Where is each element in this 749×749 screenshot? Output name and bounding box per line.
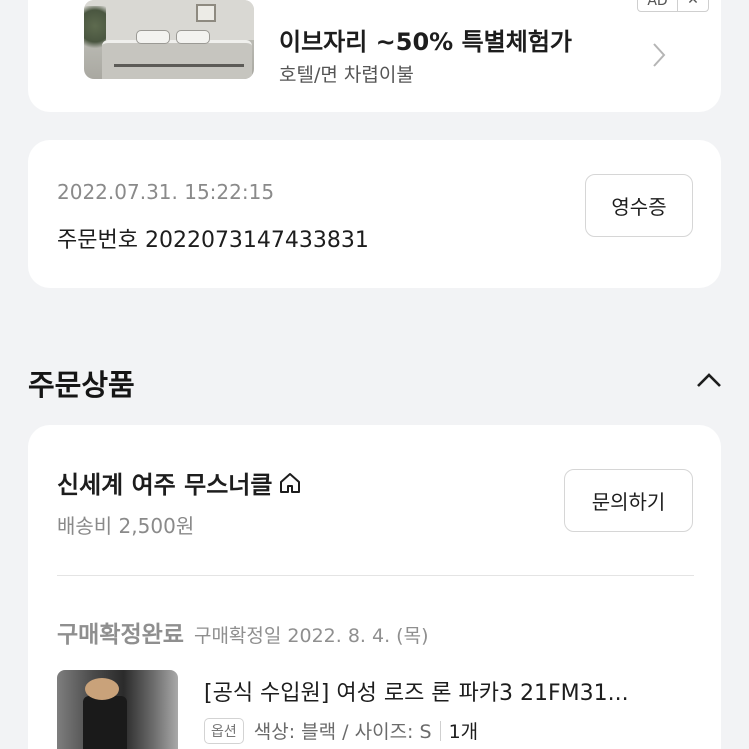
order-product-card: 신세계 여주 무스너클 배송비 2,500원 문의하기 구매확정완료 구매확정일…	[28, 425, 721, 749]
confirm-date: 구매확정일 2022. 8. 4. (목)	[193, 625, 429, 647]
divider	[57, 575, 694, 576]
ad-banner[interactable]: 이브자리 ~50% 특별체험가 호텔/면 차렵이불 AD ✕	[28, 0, 721, 112]
order-status: 구매확정완료	[57, 622, 184, 648]
shipping-fee: 배송비 2,500원	[57, 514, 195, 538]
store-name[interactable]: 신세계 여주 무스너클	[57, 465, 272, 500]
ad-label: AD	[638, 0, 678, 11]
product-image[interactable]	[57, 670, 178, 749]
chevron-up-icon[interactable]	[694, 370, 724, 390]
ad-title: 이브자리 ~50% 특별체험가	[279, 28, 572, 56]
chevron-right-icon	[653, 43, 666, 67]
home-icon	[280, 472, 301, 493]
ad-image	[84, 0, 254, 79]
status-row: 구매확정완료 구매확정일 2022. 8. 4. (목)	[57, 615, 428, 649]
option-text: 색상: 블랙 / 사이즈: S	[253, 721, 432, 743]
separator	[439, 720, 441, 741]
ad-badge: AD ✕	[637, 0, 709, 12]
order-datetime: 2022.07.31. 15:22:15	[57, 180, 275, 204]
order-number: 주문번호 2022073147433831	[57, 228, 369, 253]
section-title: 주문상품	[28, 368, 135, 402]
quantity: 1개	[448, 721, 479, 743]
close-icon[interactable]: ✕	[678, 0, 708, 12]
option-row: 옵션 색상: 블랙 / 사이즈: S 1개	[204, 717, 478, 744]
option-badge: 옵션	[204, 717, 244, 744]
receipt-button[interactable]: 영수증	[585, 174, 693, 237]
store-name-row[interactable]: 신세계 여주 무스너클	[57, 465, 302, 500]
ad-subtitle: 호텔/면 차렵이불	[279, 64, 414, 86]
order-info-card: 2022.07.31. 15:22:15 주문번호 20220731474338…	[28, 140, 721, 288]
product-title[interactable]: [공식 수입원] 여성 로즈 론 파카3 21FM31...	[204, 675, 629, 707]
inquiry-button[interactable]: 문의하기	[564, 469, 693, 532]
